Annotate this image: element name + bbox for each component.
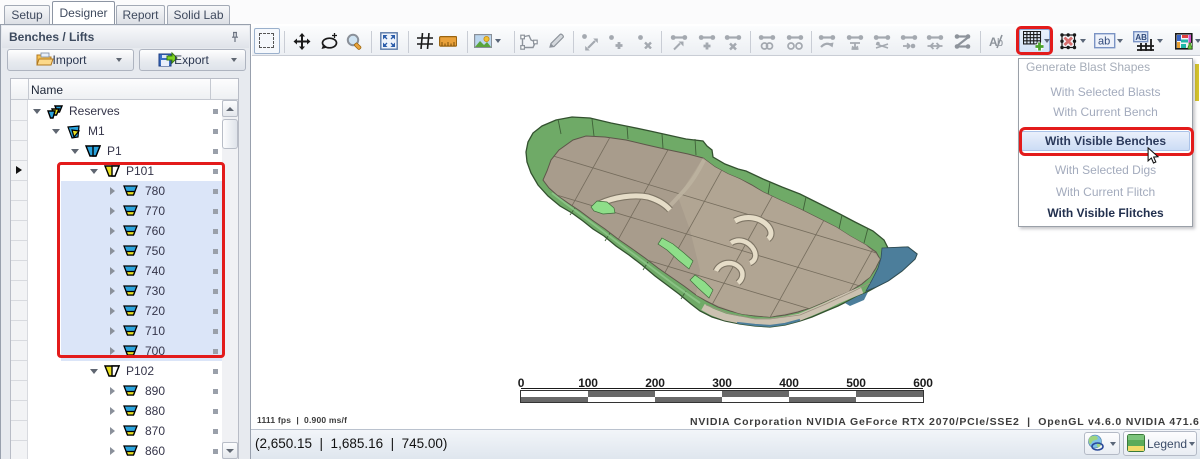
svg-text:AB: AB [1135, 33, 1147, 42]
svg-text:ab: ab [1098, 36, 1110, 48]
